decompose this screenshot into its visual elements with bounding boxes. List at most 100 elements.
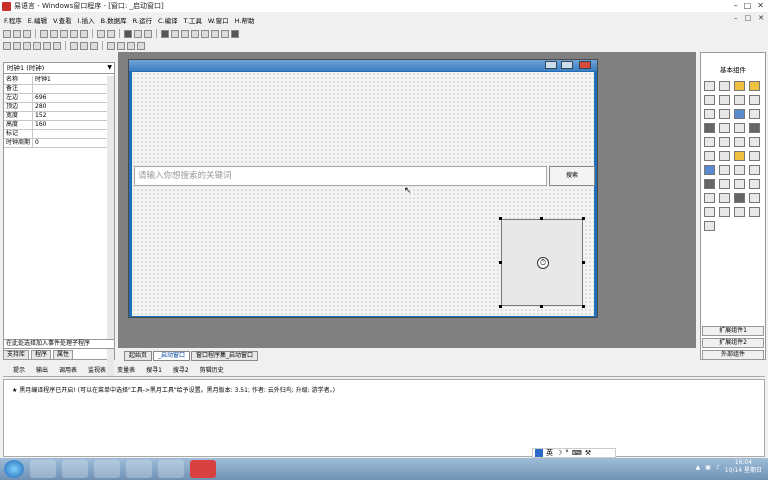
form-canvas[interactable]: 请输入你想搜索的关键词 搜索 ⏱	[132, 72, 595, 316]
status-bar-icon[interactable]	[749, 137, 760, 147]
dde-icon[interactable]	[749, 207, 760, 217]
menu-tools[interactable]: T.工具	[184, 15, 202, 25]
scrollbar-icon[interactable]	[719, 123, 730, 133]
resize-handle[interactable]	[499, 261, 502, 264]
menu-edit[interactable]: E.编辑	[28, 15, 47, 25]
panel-icon[interactable]	[719, 95, 730, 105]
property-row[interactable]: 顶边 280	[4, 103, 108, 112]
redo-icon[interactable]	[80, 29, 88, 38]
align-left-icon[interactable]	[3, 41, 11, 50]
toolbar-component-icon[interactable]	[734, 137, 745, 147]
close-icon[interactable]: ✕	[757, 1, 764, 10]
minimize-icon[interactable]: –	[734, 1, 738, 10]
menu-help[interactable]: H.帮助	[235, 15, 255, 25]
component-selector[interactable]: 时钟1 (时钟) ▼	[4, 63, 114, 74]
form-maximize-icon[interactable]	[561, 61, 573, 69]
same-width-icon[interactable]	[70, 41, 78, 50]
cut-icon[interactable]	[40, 29, 48, 38]
new-file-icon[interactable]	[3, 29, 11, 38]
split-view-icon[interactable]	[144, 29, 152, 38]
drive-box-icon[interactable]	[704, 165, 715, 175]
form-close-icon[interactable]	[579, 61, 591, 69]
picture-box-icon[interactable]	[719, 81, 730, 91]
property-scrollbar[interactable]	[107, 76, 114, 376]
center-form-icon[interactable]	[127, 41, 135, 50]
timer-component[interactable]: ⏱	[501, 219, 583, 306]
property-row[interactable]: 宽度 152	[4, 112, 108, 121]
paste-icon[interactable]	[60, 29, 68, 38]
property-value[interactable]: 160	[33, 121, 108, 129]
property-value[interactable]	[33, 130, 108, 138]
tab-program[interactable]: 程序	[31, 350, 52, 360]
clock[interactable]: 16:04 10/14 星期日	[725, 459, 762, 475]
slider-icon[interactable]	[734, 123, 745, 133]
align-center-h-icon[interactable]	[43, 41, 51, 50]
moon-icon[interactable]: ☽	[556, 449, 562, 457]
hyperlink-icon[interactable]	[734, 165, 745, 175]
folder-icon[interactable]	[734, 151, 745, 161]
hand-icon[interactable]	[221, 29, 229, 38]
adjuster-icon[interactable]	[749, 165, 760, 175]
color-picker-icon[interactable]	[719, 165, 730, 175]
radio-icon[interactable]	[719, 109, 730, 119]
network-icon[interactable]	[734, 179, 745, 189]
tab-watch[interactable]: 监视表	[84, 366, 110, 375]
table-icon[interactable]	[734, 193, 745, 203]
provider-icon[interactable]	[719, 207, 730, 217]
tab-control-icon[interactable]	[749, 123, 760, 133]
volume-icon[interactable]: ♪	[716, 464, 720, 471]
tab-clip-history[interactable]: 剪辑历史	[196, 366, 228, 375]
property-row[interactable]: 左边 696	[4, 94, 108, 103]
mdi-restore-icon[interactable]: □	[745, 14, 752, 22]
edit-box-icon[interactable]	[704, 95, 715, 105]
replace-icon[interactable]	[107, 29, 115, 38]
run-icon[interactable]	[161, 29, 169, 38]
same-size-icon[interactable]	[90, 41, 98, 50]
menu-run[interactable]: R.运行	[133, 15, 152, 25]
combo-box-icon[interactable]	[749, 109, 760, 119]
menu-window[interactable]: W.窗口	[208, 15, 229, 25]
tab-start-page[interactable]: 起始页	[124, 351, 153, 361]
printer-icon[interactable]	[719, 179, 730, 189]
resize-handle[interactable]	[540, 217, 543, 220]
shape-icon[interactable]	[749, 81, 760, 91]
menu-insert[interactable]: I.插入	[78, 15, 95, 25]
tab-extension-1[interactable]: 扩展组件1	[702, 326, 764, 336]
property-row[interactable]: 备注	[4, 85, 108, 94]
menu-program[interactable]: F.程序	[4, 15, 22, 25]
progress-bar-icon[interactable]	[704, 137, 715, 147]
property-row[interactable]: 标记	[4, 130, 108, 139]
e-language-icon[interactable]	[190, 460, 216, 478]
client-icon[interactable]	[704, 193, 715, 203]
resize-handle[interactable]	[582, 261, 585, 264]
window-layout-icon[interactable]	[134, 29, 142, 38]
checkbox-icon[interactable]	[704, 109, 715, 119]
property-value[interactable]: 280	[33, 103, 108, 111]
property-row[interactable]: 高度 160	[4, 121, 108, 130]
menu-database[interactable]: B.数据库	[101, 15, 127, 25]
space-v-icon[interactable]	[117, 41, 125, 50]
menu-compile[interactable]: C.编译	[158, 15, 178, 25]
tab-startup-window[interactable]: _启动窗口	[153, 351, 191, 361]
property-value[interactable]: 696	[33, 94, 108, 102]
tab-search-2[interactable]: 搜寻2	[169, 366, 193, 375]
search-button[interactable]: 搜索	[549, 166, 595, 186]
stop-icon[interactable]	[171, 29, 179, 38]
undo-icon[interactable]	[70, 29, 78, 38]
search-input[interactable]: 请输入你想搜索的关键词	[134, 166, 547, 186]
label-icon[interactable]	[734, 95, 745, 105]
file-box-icon[interactable]	[749, 151, 760, 161]
explorer-icon[interactable]	[62, 460, 88, 478]
spin-icon[interactable]	[719, 137, 730, 147]
tab-order-icon[interactable]	[137, 41, 145, 50]
resize-handle[interactable]	[582, 217, 585, 220]
align-center-v-icon[interactable]	[53, 41, 61, 50]
start-button[interactable]	[4, 460, 24, 478]
step-into-icon[interactable]	[181, 29, 189, 38]
resize-handle[interactable]	[499, 217, 502, 220]
event-selector[interactable]: 在此处选择加入事件处理子程序	[3, 339, 115, 349]
button-icon[interactable]	[749, 95, 760, 105]
network-tray-icon[interactable]: ▣	[705, 464, 711, 471]
data-source-icon[interactable]	[749, 193, 760, 203]
timer-icon[interactable]	[704, 179, 715, 189]
